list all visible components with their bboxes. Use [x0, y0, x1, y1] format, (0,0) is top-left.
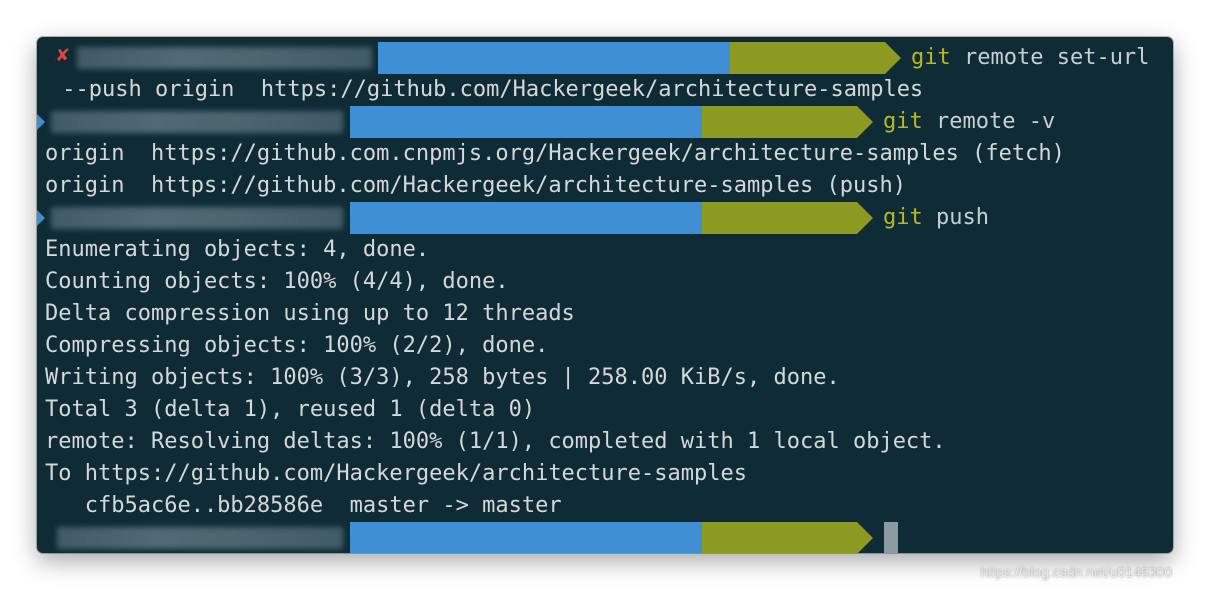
git-keyword: git — [883, 109, 923, 134]
git-keyword: git — [883, 205, 923, 230]
prompt-directory-segment: ~/architecture-samples — [350, 202, 702, 262]
command-args: push — [922, 205, 989, 230]
output-line: origin https://github.com.cnpmjs.org/Hac… — [45, 141, 1065, 166]
command-line: git remote -v — [883, 106, 1055, 138]
prompt-user-segment — [37, 522, 350, 553]
output-line: Delta compression using up to 12 threads — [45, 301, 575, 326]
prompt-user-segment: ✘ — [37, 42, 378, 74]
prompt-branch-segment: ᛘ master — [730, 42, 885, 134]
output-line: origin https://github.com/Hackergeek/arc… — [45, 173, 906, 198]
command-continuation: --push origin https://github.com/Hackerg… — [49, 77, 924, 102]
output-line: cfb5ac6e..bb28586e master -> master — [45, 493, 562, 518]
blurred-username — [51, 207, 343, 229]
blurred-username — [51, 111, 343, 133]
prompt-branch: master — [758, 269, 838, 294]
cross-icon: ✘ — [57, 42, 70, 66]
output-line: To https://github.com/Hackergeek/archite… — [45, 461, 747, 486]
prompt-user-segment — [37, 106, 350, 138]
git-branch-icon: ᛘ — [730, 237, 744, 262]
output-line: Enumerating objects: 4, done. — [45, 237, 430, 262]
prompt-user-segment — [37, 202, 350, 234]
terminal-window[interactable]: ✘ ~/architecture-samples ᛘ master git re… — [37, 37, 1173, 553]
command-line: git remote set-url — [911, 42, 1149, 74]
output-line: remote: Resolving deltas: 100% (1/1), co… — [45, 429, 946, 454]
command-args: remote -v — [922, 109, 1056, 134]
output-line: Counting objects: 100% (4/4), done. — [45, 269, 509, 294]
output-line: Writing objects: 100% (3/3), 258 bytes |… — [45, 365, 840, 390]
prompt-branch-segment: ᛘ master — [702, 522, 857, 553]
git-keyword: git — [911, 45, 951, 70]
branch-arrow — [857, 522, 873, 553]
prompt-directory-segment: ~/architecture-samples — [350, 106, 702, 166]
prompt-branch-segment: ᛘ master — [702, 106, 857, 198]
blurred-username — [57, 527, 343, 549]
prompt-directory-segment: ~/architecture-samples — [350, 522, 702, 553]
terminal-cursor[interactable] — [884, 522, 898, 553]
output-line: Total 3 (delta 1), reused 1 (delta 0) — [45, 397, 536, 422]
command-line: git push — [883, 202, 989, 234]
prompt-directory-segment: ~/architecture-samples — [378, 42, 730, 102]
command-args: remote set-url — [950, 45, 1150, 70]
branch-arrow — [857, 106, 873, 138]
blurred-username — [77, 47, 372, 69]
output-line: Compressing objects: 100% (2/2), done. — [45, 333, 549, 358]
watermark: https://blog.csdn.net/u0146300 — [980, 564, 1172, 580]
branch-arrow — [885, 42, 901, 74]
branch-arrow — [857, 202, 873, 234]
prompt-branch-segment: ᛘ master — [702, 202, 857, 294]
